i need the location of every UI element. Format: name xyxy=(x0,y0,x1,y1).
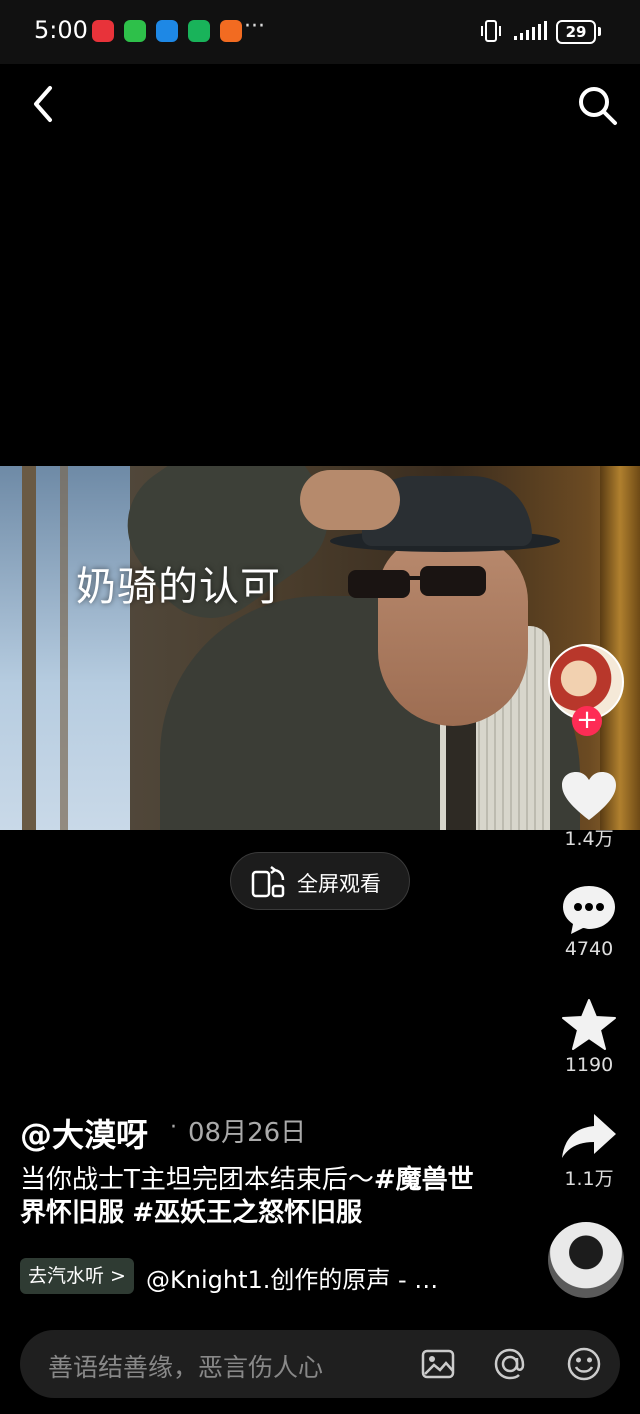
desc-text: 当你战士T主坦完团本结束后～ xyxy=(20,1165,374,1195)
sunglasses xyxy=(348,566,486,598)
hand xyxy=(300,470,400,530)
video-player[interactable]: 奶骑的认可 xyxy=(0,466,640,830)
rotate-screen-icon xyxy=(251,866,285,898)
mention-icon[interactable] xyxy=(492,1346,528,1382)
emoji-icon[interactable] xyxy=(566,1346,602,1382)
share-count: 1.1万 xyxy=(564,1168,614,1190)
battery-icon: 29 xyxy=(556,20,596,44)
favorite-count: 1190 xyxy=(564,1054,614,1076)
comment-input[interactable]: 善语结善缘，恶言伤人心 xyxy=(48,1348,323,1384)
like-button[interactable]: 1.4万 xyxy=(554,770,624,851)
music-title[interactable]: @Knight1.创作的原声 - … xyxy=(146,1260,476,1295)
hashtag-link[interactable]: #巫妖王之怒怀旧服 xyxy=(132,1198,362,1228)
face xyxy=(378,536,528,726)
post-description: 当你战士T主坦完团本结束后～#魔兽世界怀旧服 #巫妖王之怒怀旧服 xyxy=(20,1164,480,1230)
video-caption: 奶骑的认可 xyxy=(76,564,281,610)
more-notifications-icon: ··· xyxy=(244,14,265,39)
status-time: 5:00 xyxy=(34,16,88,44)
favorite-button[interactable]: 1190 xyxy=(554,998,624,1076)
fullscreen-label: 全屏观看 xyxy=(297,872,381,896)
share-icon xyxy=(562,1114,616,1158)
red-app-icon xyxy=(92,20,114,42)
search-icon[interactable] xyxy=(574,82,620,128)
comment-button[interactable]: 4740 xyxy=(554,884,624,960)
window-frame xyxy=(22,466,36,830)
music-disc-avatar[interactable] xyxy=(548,1222,624,1298)
listen-on-qishui-button[interactable]: 去汽水听 > xyxy=(20,1258,134,1294)
green-home-icon xyxy=(188,20,210,42)
separator-dot: · xyxy=(170,1115,177,1140)
comment-bar[interactable]: 善语结善缘，恶言伤人心 xyxy=(20,1330,620,1398)
image-icon[interactable] xyxy=(420,1346,456,1382)
follow-button[interactable]: + xyxy=(572,706,602,736)
signal-icon xyxy=(514,21,547,40)
window-frame xyxy=(60,466,68,830)
share-button[interactable]: 1.1万 xyxy=(554,1112,624,1191)
comment-count: 4740 xyxy=(564,938,614,960)
author-name[interactable]: @大漠呀 xyxy=(20,1110,148,1156)
star-icon xyxy=(562,999,616,1050)
comment-icon xyxy=(563,886,615,934)
post-date: 08月26日 xyxy=(188,1118,307,1148)
wechat-icon xyxy=(124,20,146,42)
heart-icon xyxy=(562,772,616,820)
status-bar: 5:00 ··· 29 xyxy=(0,0,640,64)
like-count: 1.4万 xyxy=(564,828,614,850)
battery-tip xyxy=(598,27,601,36)
back-icon[interactable] xyxy=(26,82,62,126)
fullscreen-button[interactable]: 全屏观看 xyxy=(230,852,410,910)
vibrate-icon xyxy=(481,20,501,42)
orange-app-icon xyxy=(220,20,242,42)
blue-app-icon xyxy=(156,20,178,42)
